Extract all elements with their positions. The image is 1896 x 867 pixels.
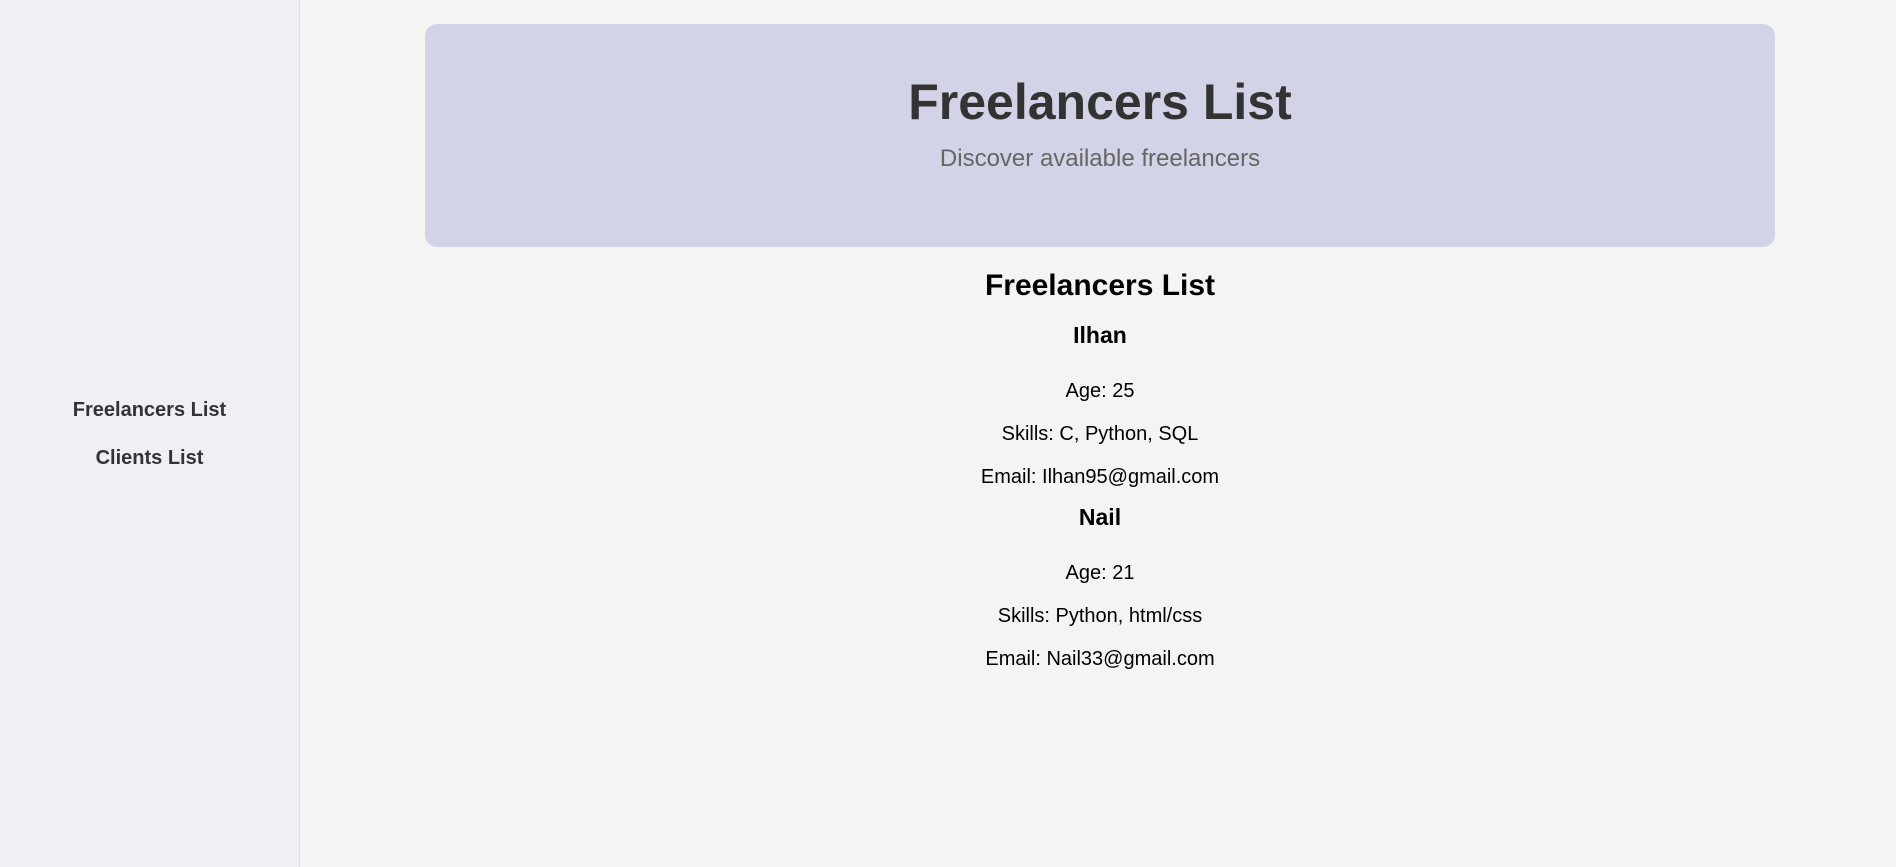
main-content: Freelancers List Discover available free… (300, 0, 1896, 867)
section-title: Freelancers List (984, 269, 1216, 302)
sidebar: Freelancers List Clients List (0, 0, 300, 867)
sidebar-item-freelancers-list[interactable]: Freelancers List (73, 398, 226, 422)
freelancer-skills: Skills: C, Python, SQL (1001, 423, 1199, 445)
sidebar-item-clients-list[interactable]: Clients List (96, 446, 204, 470)
page-subtitle: Discover available freelancers (939, 145, 1261, 172)
freelancer-age: Age: 21 (1065, 562, 1135, 584)
freelancer-age: Age: 25 (1065, 380, 1135, 402)
freelancer-name: Ilhan (1073, 322, 1127, 348)
freelancer-card: Nail Age: 21 Skills: Python, html/css Em… (425, 489, 1775, 671)
app-window: Freelancers List Clients List Freelancer… (0, 0, 1896, 867)
freelancer-skills: Skills: Python, html/css (997, 605, 1203, 627)
freelancer-card: Ilhan Age: 25 Skills: C, Python, SQL Ema… (425, 310, 1775, 489)
freelancer-email: Email: Nail33@gmail.com (985, 648, 1215, 670)
hero-banner: Freelancers List Discover available free… (425, 24, 1775, 247)
freelancer-email: Email: Ilhan95@gmail.com (980, 466, 1220, 488)
freelancers-section: Freelancers List Ilhan Age: 25 Skills: C… (425, 266, 1775, 671)
freelancer-name: Nail (1078, 504, 1122, 530)
page-title: Freelancers List (908, 74, 1292, 130)
